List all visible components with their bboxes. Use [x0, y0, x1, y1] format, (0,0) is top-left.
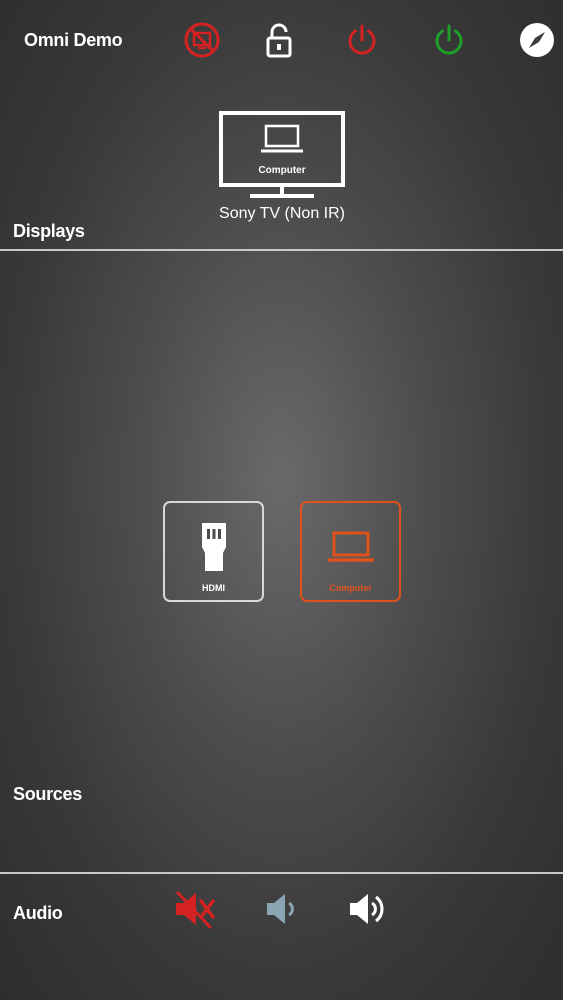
lock-button[interactable] — [259, 20, 299, 60]
laptop-icon — [327, 531, 374, 562]
power-on-icon — [435, 24, 463, 55]
mute-button[interactable] — [170, 887, 218, 931]
app-title: Omni Demo — [24, 30, 123, 50]
volume-up-button[interactable] — [344, 887, 392, 931]
display-current-source: Computer — [258, 165, 306, 176]
volume-down-icon — [267, 894, 294, 924]
compass-icon — [520, 23, 554, 57]
display-off-icon — [184, 22, 220, 58]
power-off-icon — [348, 24, 376, 55]
power-on-button[interactable] — [429, 20, 469, 60]
navigation-button[interactable] — [517, 20, 557, 60]
lock-open-icon — [266, 23, 292, 58]
power-off-button[interactable] — [342, 20, 382, 60]
source-tile-hdmi[interactable]: HDMI — [163, 501, 264, 602]
sources-divider — [0, 872, 563, 874]
displays-section-label: Displays — [13, 221, 85, 241]
sources-section-label: Sources — [13, 784, 82, 804]
mute-icon — [176, 891, 215, 929]
hdmi-icon — [201, 523, 226, 571]
display-name: Sony TV (Non IR) — [219, 205, 345, 222]
source-tile-computer[interactable]: Computer — [300, 501, 401, 602]
audio-section-label: Audio — [13, 903, 63, 923]
source-label-computer: Computer — [329, 583, 372, 593]
laptop-icon — [261, 124, 303, 153]
source-label-hdmi: HDMI — [202, 583, 225, 593]
display-off-button[interactable] — [182, 20, 222, 60]
volume-up-icon — [350, 894, 384, 924]
displays-divider — [0, 249, 563, 251]
volume-down-button[interactable] — [257, 887, 305, 931]
